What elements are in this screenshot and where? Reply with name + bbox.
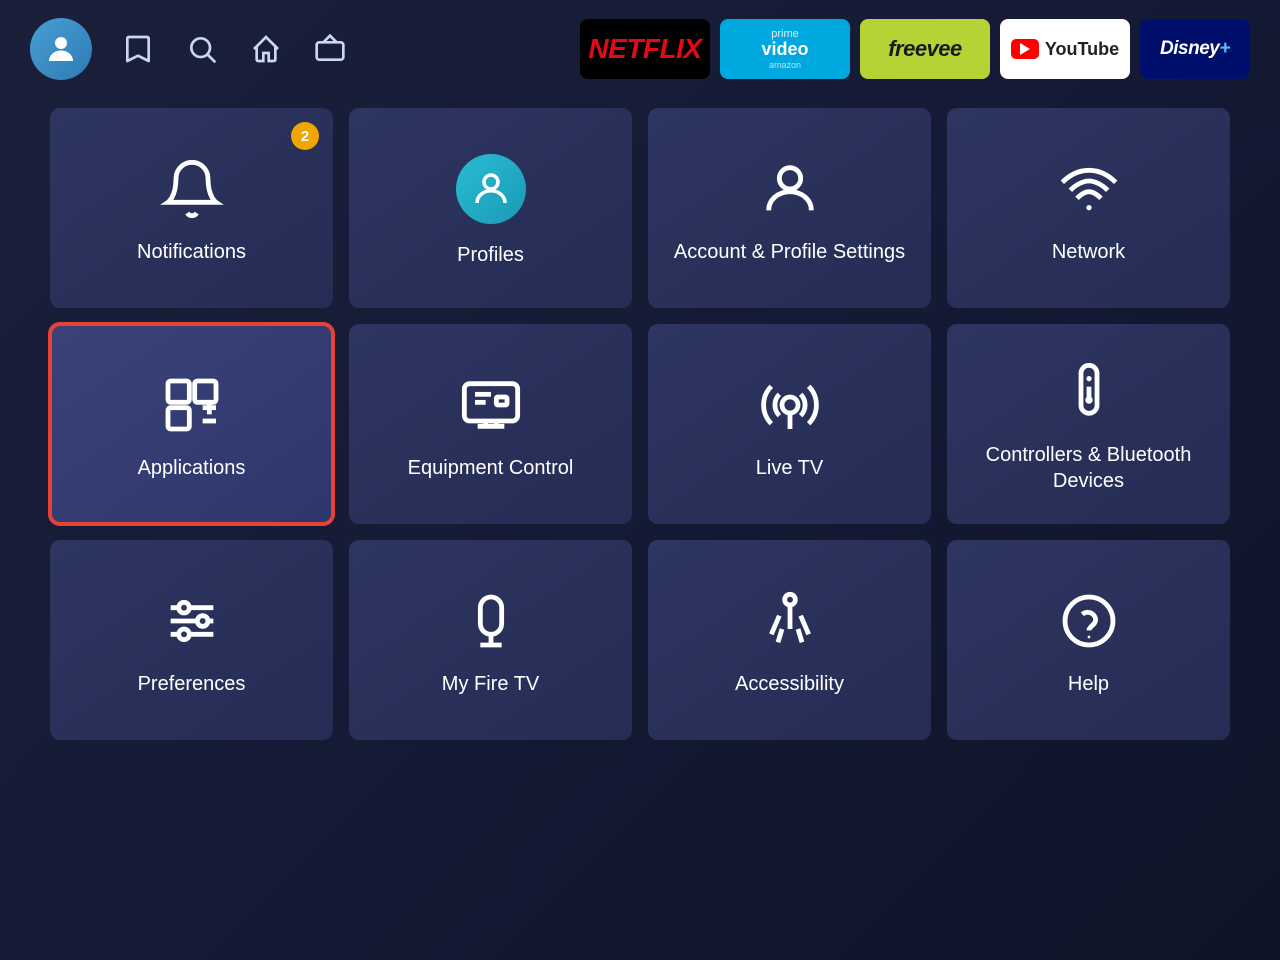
- tile-my-fire-tv[interactable]: My Fire TV: [349, 540, 632, 740]
- netflix-label: NETFLIX: [588, 33, 701, 65]
- top-nav: NETFLIX prime video amazon freevee YouTu…: [0, 0, 1280, 98]
- account-icon: [758, 157, 822, 221]
- help-icon: [1057, 589, 1121, 653]
- tile-live-tv[interactable]: Live TV: [648, 324, 931, 524]
- tile-preferences[interactable]: Preferences: [50, 540, 333, 740]
- tile-notifications[interactable]: 2 Notifications: [50, 108, 333, 308]
- tile-equipment-control[interactable]: Equipment Control: [349, 324, 632, 524]
- nav-icons: [120, 31, 348, 67]
- tile-accessibility[interactable]: Accessibility: [648, 540, 931, 740]
- help-label: Help: [1068, 671, 1109, 697]
- fire-tv-icon: [459, 589, 523, 653]
- tile-network[interactable]: Network: [947, 108, 1230, 308]
- netflix-app[interactable]: NETFLIX: [580, 19, 710, 79]
- notifications-badge: 2: [291, 122, 319, 150]
- monitor-icon: [459, 373, 523, 437]
- network-label: Network: [1052, 239, 1125, 265]
- profiles-avatar: [456, 154, 526, 224]
- freevee-label: freevee: [888, 36, 962, 62]
- tile-controllers-bluetooth[interactable]: Controllers & Bluetooth Devices: [947, 324, 1230, 524]
- remote-icon: [1057, 360, 1121, 424]
- settings-grid-container: 2 Notifications Profiles: [0, 98, 1280, 760]
- freevee-app[interactable]: freevee: [860, 19, 990, 79]
- equipment-control-label: Equipment Control: [408, 455, 574, 481]
- wifi-icon: [1057, 157, 1121, 221]
- applications-label: Applications: [138, 455, 246, 481]
- youtube-label: YouTube: [1011, 39, 1119, 60]
- disney-label: Disney+: [1160, 38, 1230, 60]
- search-icon[interactable]: [184, 31, 220, 67]
- settings-grid: 2 Notifications Profiles: [50, 108, 1230, 740]
- user-avatar[interactable]: [30, 18, 92, 80]
- tile-account-profile[interactable]: Account & Profile Settings: [648, 108, 931, 308]
- applications-icon: [160, 373, 224, 437]
- antenna-icon: [758, 373, 822, 437]
- my-fire-tv-label: My Fire TV: [442, 671, 539, 697]
- youtube-app[interactable]: YouTube: [1000, 19, 1130, 79]
- notifications-label: Notifications: [137, 239, 246, 265]
- tv-icon[interactable]: [312, 31, 348, 67]
- streaming-apps: NETFLIX prime video amazon freevee YouTu…: [580, 19, 1250, 79]
- bell-icon: [160, 157, 224, 221]
- live-tv-label: Live TV: [756, 455, 823, 481]
- home-icon[interactable]: [248, 31, 284, 67]
- account-profile-label: Account & Profile Settings: [674, 239, 905, 265]
- bookmark-icon[interactable]: [120, 31, 156, 67]
- tile-help[interactable]: Help: [947, 540, 1230, 740]
- profiles-label: Profiles: [457, 242, 524, 268]
- prime-video-app[interactable]: prime video amazon: [720, 19, 850, 79]
- controllers-bluetooth-label: Controllers & Bluetooth Devices: [967, 442, 1210, 494]
- preferences-label: Preferences: [138, 671, 246, 697]
- prime-label: prime video amazon: [761, 28, 808, 70]
- tile-applications[interactable]: Applications: [50, 324, 333, 524]
- accessibility-icon: [758, 589, 822, 653]
- disney-plus-app[interactable]: Disney+: [1140, 19, 1250, 79]
- accessibility-label: Accessibility: [735, 671, 844, 697]
- screen: NETFLIX prime video amazon freevee YouTu…: [0, 0, 1280, 960]
- tile-profiles[interactable]: Profiles: [349, 108, 632, 308]
- sliders-icon: [160, 589, 224, 653]
